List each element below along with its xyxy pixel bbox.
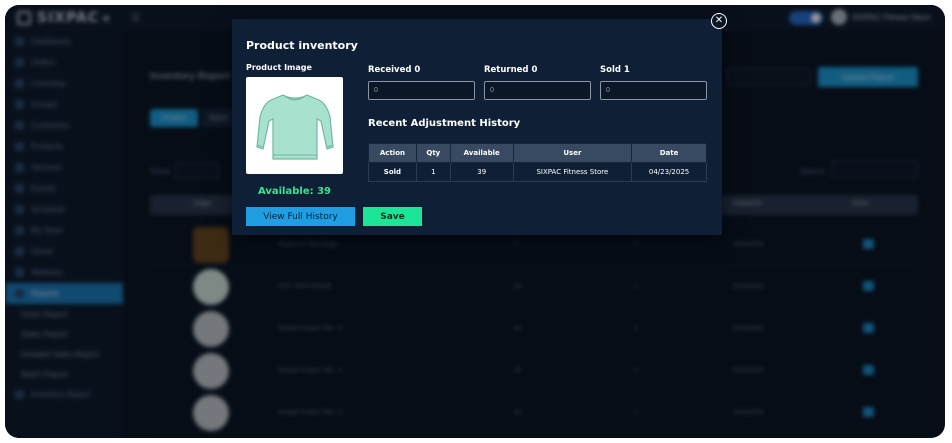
history-col-user: User bbox=[512, 143, 633, 163]
product-inventory-modal: Product inventory Product Image Availabl… bbox=[232, 19, 722, 235]
save-button[interactable]: Save bbox=[363, 207, 422, 226]
returned-input[interactable] bbox=[484, 81, 591, 100]
received-label: Received 0 bbox=[368, 65, 421, 75]
history-cell-action: Sold bbox=[368, 162, 417, 182]
history-cell-date: 04/23/2025 bbox=[631, 162, 707, 182]
history-row: Sold 1 39 SIXPAC Fitness Store 04/23/202… bbox=[368, 162, 707, 182]
available-count: Available: 39 bbox=[257, 186, 332, 197]
received-input[interactable] bbox=[368, 81, 475, 100]
history-col-action: Action bbox=[368, 143, 417, 163]
product-image-label: Product Image bbox=[246, 63, 312, 72]
sold-input[interactable] bbox=[600, 81, 707, 100]
history-col-available: Available bbox=[449, 143, 514, 163]
history-col-date: Date bbox=[631, 143, 707, 163]
history-header-row: Action Qty Available User Date bbox=[368, 143, 707, 163]
history-title: Recent Adjustment History bbox=[368, 118, 521, 129]
view-full-history-button[interactable]: View Full History bbox=[246, 207, 355, 226]
history-cell-user: SIXPAC Fitness Store bbox=[512, 162, 633, 182]
history-cell-available: 39 bbox=[449, 162, 514, 182]
adjustment-history-table: Action Qty Available User Date Sold 1 39… bbox=[368, 143, 707, 182]
returned-label: Returned 0 bbox=[484, 65, 538, 75]
app-frame: SIXPAC ◀ ☰ SIXPAC Fitness Store Dashboar… bbox=[5, 5, 945, 438]
close-icon[interactable]: ✕ bbox=[711, 13, 727, 29]
sweatshirt-image bbox=[255, 93, 334, 160]
modal-title: Product inventory bbox=[246, 39, 358, 52]
history-cell-qty: 1 bbox=[415, 162, 451, 182]
product-image bbox=[246, 77, 343, 174]
sold-label: Sold 1 bbox=[600, 65, 630, 75]
history-col-qty: Qty bbox=[415, 143, 451, 163]
